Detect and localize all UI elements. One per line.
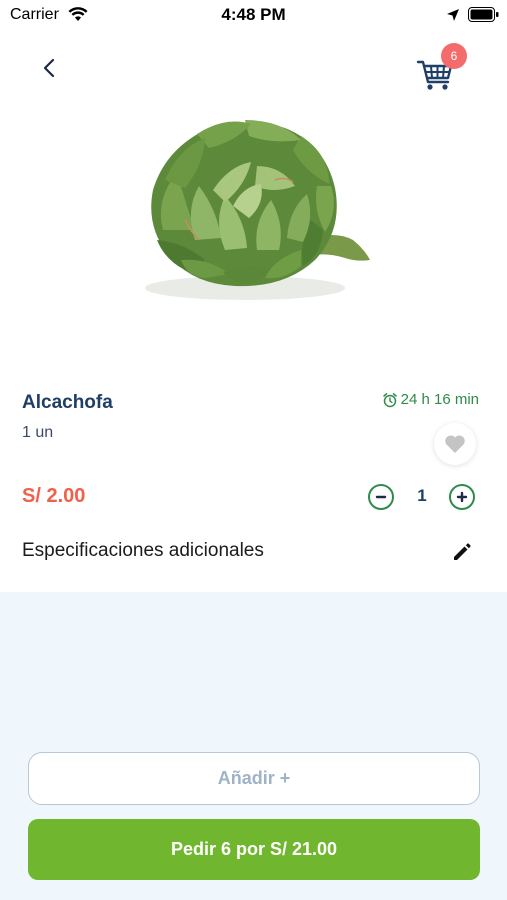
artichoke-image [145, 120, 370, 300]
location-arrow-icon [447, 9, 459, 21]
battery-icon [468, 7, 499, 22]
heart-icon [445, 435, 465, 453]
product-price: S/ 2.00 [22, 485, 86, 507]
delivery-timer: 24 h 16 min [382, 391, 479, 408]
pencil-edit-icon[interactable] [450, 540, 474, 564]
timer-text: 24 h 16 min [400, 391, 479, 408]
cart-count-badge: 6 [441, 43, 467, 69]
product-unit: 1 un [22, 424, 54, 441]
back-chevron-icon[interactable] [34, 52, 66, 84]
additional-specs-label: Especificaciones adicionales [22, 540, 264, 561]
quantity-increase-button[interactable] [449, 484, 475, 510]
add-to-cart-button[interactable]: Añadir + [28, 752, 480, 805]
plus-icon [456, 491, 468, 503]
alarm-clock-icon [382, 392, 397, 407]
quantity-decrease-button[interactable] [368, 484, 394, 510]
place-order-button[interactable]: Pedir 6 por S/ 21.00 [28, 819, 480, 880]
product-name: Alcachofa [22, 392, 113, 413]
clock-time: 4:48 PM [221, 5, 286, 24]
quantity-value: 1 [417, 486, 427, 505]
favorite-button[interactable] [434, 423, 476, 465]
minus-icon [375, 495, 387, 499]
status-bar: Carrier 4:48 PM [0, 0, 507, 30]
